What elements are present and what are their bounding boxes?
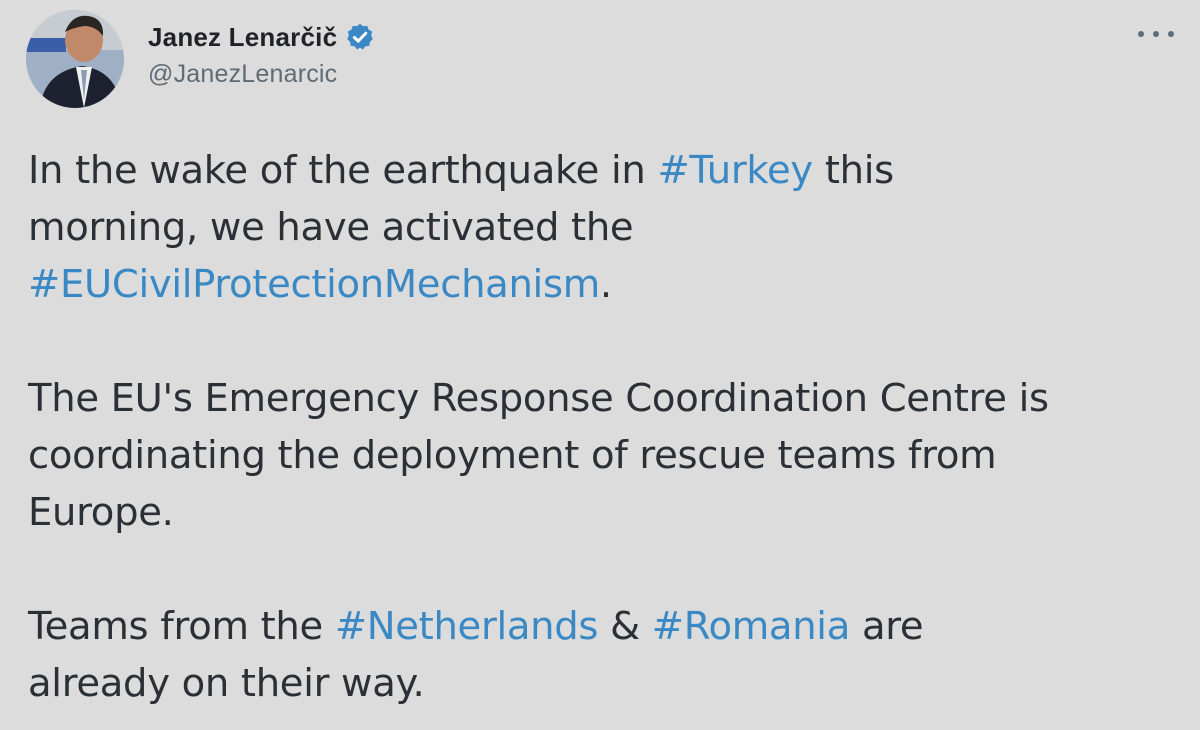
handle[interactable]: @JanezLenarcic <box>148 60 375 89</box>
hashtag-turkey[interactable]: #Turkey <box>657 148 813 193</box>
tweet-text: In the wake of the earthquake in #Turkey… <box>28 142 1188 712</box>
text-segment: Teams from the <box>28 604 335 649</box>
paragraph-2: The EU's Emergency Response Coordination… <box>28 370 1188 541</box>
more-dot <box>1168 31 1174 37</box>
display-name[interactable]: Janez Lenarčič <box>148 22 337 53</box>
profile-photo-icon <box>26 10 124 108</box>
author-block: Janez Lenarčič @JanezLenarcic <box>148 20 375 89</box>
hashtag-eucivilprotectionmechanism[interactable]: #EUCivilProtectionMechanism <box>28 262 600 307</box>
tweet-card: Janez Lenarčič @JanezLenarcic In the wak… <box>0 0 1200 730</box>
text-segment: already on their way. <box>28 661 425 706</box>
text-segment: this <box>812 148 894 193</box>
verified-badge-icon <box>345 22 375 52</box>
text-segment: are <box>850 604 924 649</box>
paragraph-1: In the wake of the earthquake in #Turkey… <box>28 142 1188 313</box>
text-segment: . <box>599 262 612 307</box>
text-segment: The EU's Emergency Response Coordination… <box>28 376 1049 421</box>
text-segment: Europe. <box>28 490 174 535</box>
more-options-icon[interactable] <box>1138 24 1174 44</box>
hashtag-netherlands[interactable]: #Netherlands <box>335 604 599 649</box>
text-segment: coordinating the deployment of rescue te… <box>28 433 997 478</box>
text-segment: & <box>598 604 652 649</box>
text-segment: In the wake of the earthquake in <box>28 148 658 193</box>
more-dot <box>1153 31 1159 37</box>
paragraph-3: Teams from the #Netherlands & #Romania a… <box>28 598 1188 712</box>
hashtag-romania[interactable]: #Romania <box>652 604 851 649</box>
avatar[interactable] <box>26 10 124 108</box>
more-dot <box>1138 31 1144 37</box>
text-segment: morning, we have activated the <box>28 205 634 250</box>
name-row: Janez Lenarčič <box>148 20 375 54</box>
